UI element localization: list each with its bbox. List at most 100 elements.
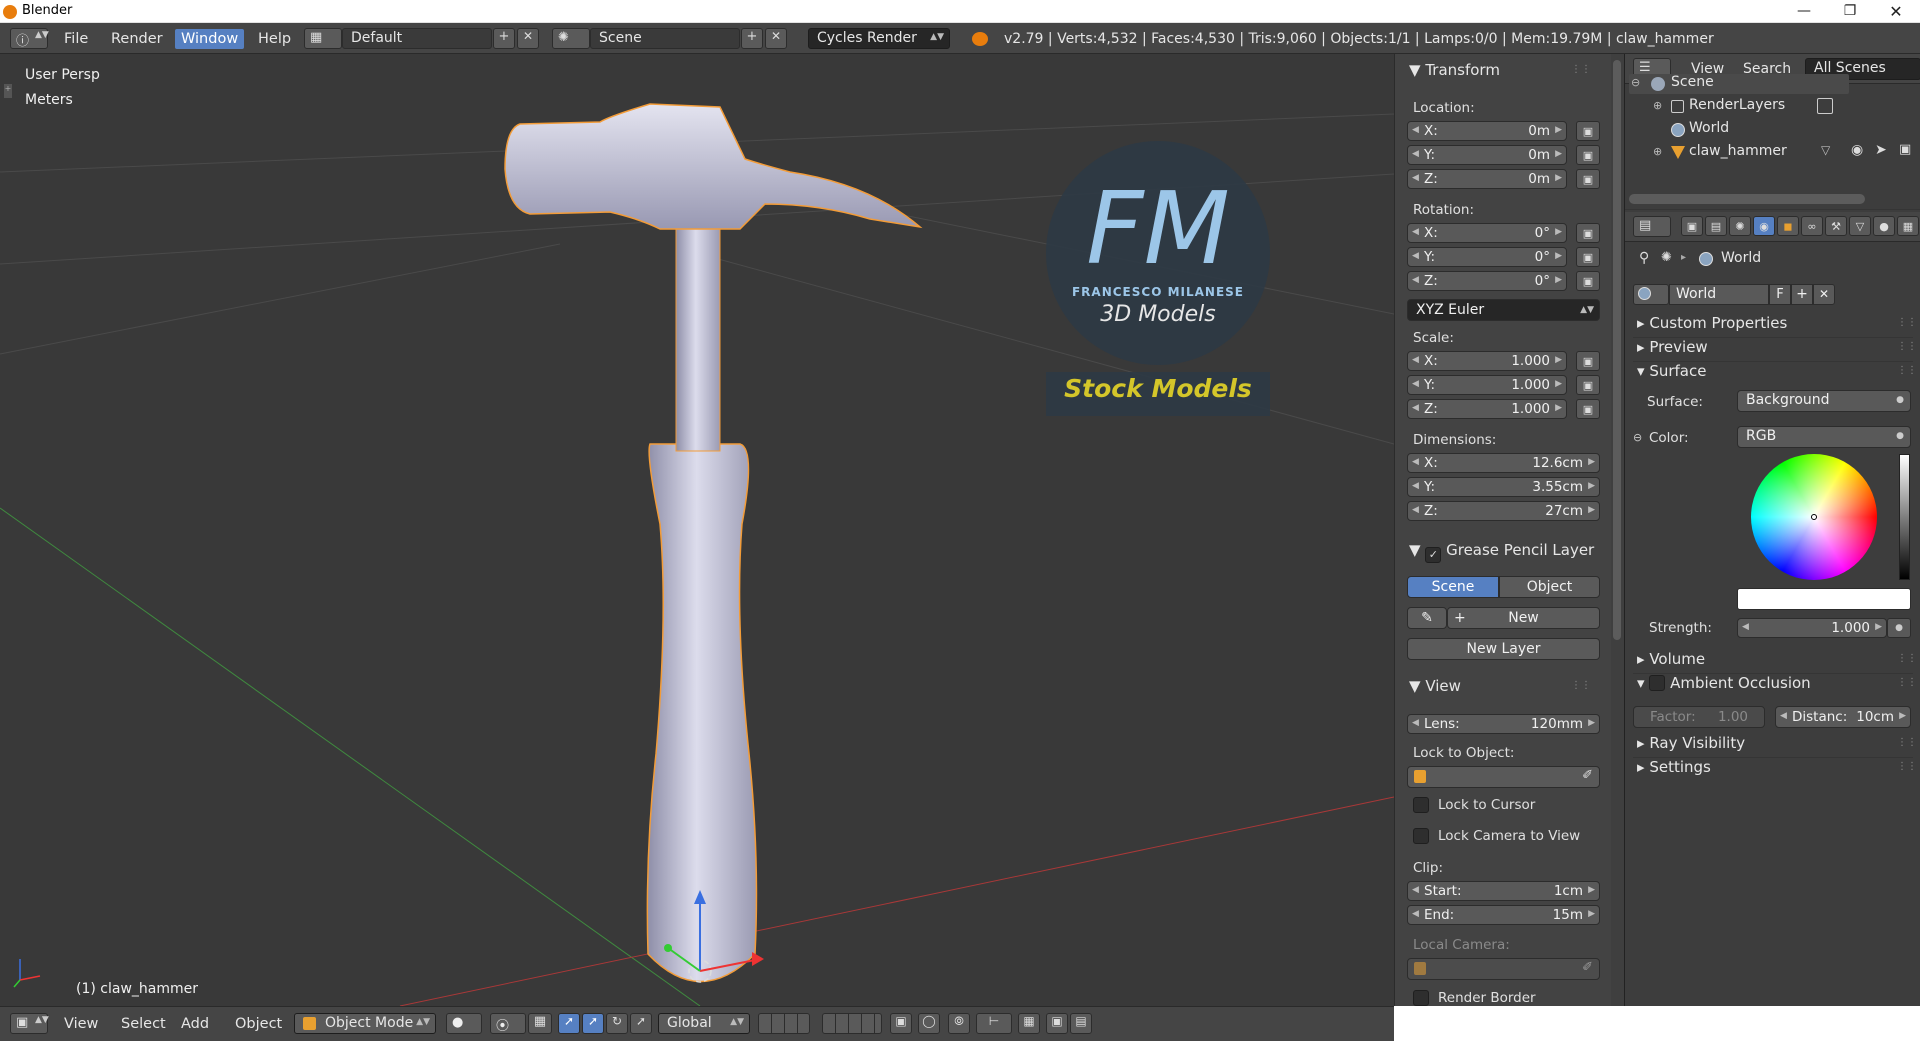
- visibility-eye-icon[interactable]: ◉: [1851, 142, 1863, 158]
- location-x-field[interactable]: ◀ X: 0m ▶: [1407, 121, 1567, 141]
- color-picker-handle[interactable]: [1811, 514, 1817, 520]
- lens-field[interactable]: ◀ Lens: 120mm ▶: [1407, 714, 1600, 734]
- renderable-camera-icon[interactable]: ▣: [1899, 142, 1911, 157]
- outliner-scrollbar[interactable]: [1629, 194, 1865, 204]
- manipulate-center-icon[interactable]: ▦: [528, 1013, 552, 1034]
- close-icon[interactable]: ✕: [1873, 0, 1919, 22]
- outliner-item-scene[interactable]: Scene: [1671, 74, 1714, 90]
- drag-grip-icon[interactable]: ⋮⋮: [1571, 680, 1591, 691]
- object-tab-icon[interactable]: ◼: [1777, 216, 1799, 236]
- menu-object[interactable]: Object: [229, 1014, 288, 1034]
- scene-layers-row1[interactable]: [758, 1013, 810, 1034]
- world-browse-button[interactable]: [1633, 284, 1669, 305]
- scene-type-button[interactable]: ✺: [552, 28, 590, 49]
- panel-scrollbar[interactable]: [1613, 60, 1621, 640]
- drag-grip-icon[interactable]: ⋮⋮: [1897, 341, 1917, 352]
- scene-tab-icon[interactable]: ✺: [1729, 216, 1751, 236]
- socket-link-icon[interactable]: ⊖: [1633, 431, 1642, 444]
- menu-window[interactable]: Window: [175, 29, 245, 49]
- grease-pencil-type-button[interactable]: ✎: [1407, 607, 1447, 629]
- data-tab-icon[interactable]: ▽: [1849, 216, 1871, 236]
- render-engine-dropdown[interactable]: Cycles Render ▲▼: [808, 28, 950, 49]
- interaction-mode-dropdown[interactable]: Object Mode ▲▼: [294, 1013, 436, 1034]
- scale-x-field[interactable]: ◀ X: 1.000 ▶: [1407, 351, 1567, 371]
- local-camera-field[interactable]: ✐: [1407, 958, 1600, 980]
- drag-grip-icon[interactable]: ⋮⋮: [1897, 677, 1917, 688]
- proportional-edit-icon[interactable]: ◯: [918, 1013, 940, 1034]
- lock-scale-x-icon[interactable]: ▣: [1576, 351, 1600, 371]
- world-tab-icon[interactable]: ◉: [1753, 216, 1775, 236]
- unlink-world-icon[interactable]: ✕: [1813, 284, 1835, 305]
- menu-file[interactable]: File: [58, 29, 94, 49]
- selectable-cursor-icon[interactable]: ➤: [1875, 142, 1887, 158]
- dimensions-z-field[interactable]: ◀ Z: 27cm ▶: [1407, 501, 1600, 521]
- tab-object[interactable]: Object: [1499, 576, 1600, 598]
- transform-orientation-dropdown[interactable]: Global ▲▼: [658, 1013, 750, 1034]
- scene-layers-row2[interactable]: [822, 1013, 882, 1034]
- drag-grip-icon[interactable]: ⋮⋮: [1897, 737, 1917, 748]
- world-name-field[interactable]: World: [1669, 284, 1769, 305]
- transform-panel-header[interactable]: ▼ Transform: [1409, 61, 1500, 79]
- restore-icon[interactable]: ❐: [1827, 0, 1873, 22]
- new-grease-pencil-button[interactable]: + New: [1447, 607, 1600, 629]
- minimize-icon[interactable]: —: [1781, 0, 1827, 22]
- section-surface[interactable]: ▾ Surface: [1637, 362, 1706, 380]
- lock-rotation-z-icon[interactable]: ▣: [1576, 271, 1600, 291]
- 3d-viewport[interactable]: FM FRANCESCO MILANESE 3D Models Stock Mo…: [0, 54, 1394, 1006]
- section-settings[interactable]: ▸ Settings: [1637, 758, 1711, 776]
- rotate-icon[interactable]: ↻: [606, 1013, 628, 1034]
- outliner-item-claw-hammer[interactable]: claw_hammer: [1689, 143, 1787, 159]
- lock-location-y-icon[interactable]: ▣: [1576, 145, 1600, 165]
- dimensions-x-field[interactable]: ◀ X: 12.6cm ▶: [1407, 453, 1600, 473]
- screen-layout-field[interactable]: Default: [342, 28, 492, 49]
- surface-shader-dropdown[interactable]: Background ●: [1737, 390, 1911, 412]
- grease-pencil-panel-header[interactable]: ▼ ✓ Grease Pencil Layer: [1409, 541, 1594, 563]
- pin-icon[interactable]: ⚲: [1639, 250, 1649, 266]
- color-value-slider[interactable]: [1899, 454, 1910, 580]
- pivot-point-button[interactable]: ⦿: [490, 1013, 526, 1034]
- renderlayer-toggle-icon[interactable]: [1817, 98, 1833, 114]
- dimensions-y-field[interactable]: ◀ Y: 3.55cm ▶: [1407, 477, 1600, 497]
- drag-grip-icon[interactable]: ⋮⋮: [1897, 653, 1917, 664]
- rotation-mode-dropdown[interactable]: XYZ Euler ▲▼: [1407, 299, 1600, 321]
- expand-scene-icon[interactable]: ⊖: [1631, 76, 1640, 89]
- render-border-checkbox[interactable]: [1413, 990, 1429, 1006]
- add-layout-icon[interactable]: +: [493, 28, 515, 49]
- lock-rotation-x-icon[interactable]: ▣: [1576, 223, 1600, 243]
- eyedropper-icon[interactable]: ✐: [1582, 768, 1593, 783]
- drag-grip-icon[interactable]: ⋮⋮: [1571, 64, 1591, 75]
- outliner-item-world[interactable]: World: [1689, 120, 1729, 136]
- expand-renderlayers-icon[interactable]: ⊕: [1653, 99, 1662, 112]
- strength-field[interactable]: ◀ 1.000 ▶: [1737, 618, 1887, 638]
- manipulator-toggle-icon[interactable]: ➚: [558, 1013, 580, 1034]
- render-preview-icon[interactable]: ▣: [1046, 1013, 1068, 1034]
- strength-socket-icon[interactable]: ●: [1887, 618, 1911, 638]
- screen-layout-type-button[interactable]: ▦: [304, 28, 342, 49]
- fake-user-button[interactable]: F: [1769, 284, 1791, 305]
- view-panel-header[interactable]: ▼ View: [1409, 677, 1461, 695]
- lock-to-object-field[interactable]: ✐: [1407, 766, 1600, 788]
- constraints-tab-icon[interactable]: ∞: [1801, 216, 1823, 236]
- rotation-z-field[interactable]: ◀ Z: 0° ▶: [1407, 271, 1567, 291]
- translate-icon[interactable]: ➚: [582, 1013, 604, 1034]
- editor-type-button[interactable]: ⓘ ▲▼: [10, 28, 49, 49]
- lock-to-cursor-checkbox[interactable]: [1413, 797, 1429, 813]
- menu-render[interactable]: Render: [105, 29, 169, 49]
- expand-claw-hammer-icon[interactable]: ⊕: [1653, 145, 1662, 158]
- section-preview[interactable]: ▸ Preview: [1637, 338, 1708, 356]
- properties-editor-type-button[interactable]: ▤: [1633, 216, 1671, 237]
- mesh-data-icon[interactable]: ▽: [1821, 143, 1830, 157]
- color-wheel[interactable]: [1751, 454, 1877, 580]
- outliner-item-renderlayers[interactable]: RenderLayers: [1689, 97, 1785, 113]
- drag-grip-icon[interactable]: ⋮⋮: [1897, 761, 1917, 772]
- tab-scene[interactable]: Scene: [1407, 576, 1499, 598]
- scale-y-field[interactable]: ◀ Y: 1.000 ▶: [1407, 375, 1567, 395]
- section-ambient-occlusion[interactable]: ▾ Ambient Occlusion: [1637, 674, 1811, 692]
- lock-scale-y-icon[interactable]: ▣: [1576, 375, 1600, 395]
- menu-help[interactable]: Help: [252, 29, 297, 49]
- new-layer-button[interactable]: New Layer: [1407, 638, 1600, 660]
- ao-factor-field[interactable]: Factor: 1.00: [1633, 706, 1765, 728]
- toolshelf-toggle-icon[interactable]: +: [4, 84, 12, 98]
- lock-rotation-y-icon[interactable]: ▣: [1576, 247, 1600, 267]
- 3d-editor-type-button[interactable]: ▣ ▲▼: [10, 1013, 49, 1034]
